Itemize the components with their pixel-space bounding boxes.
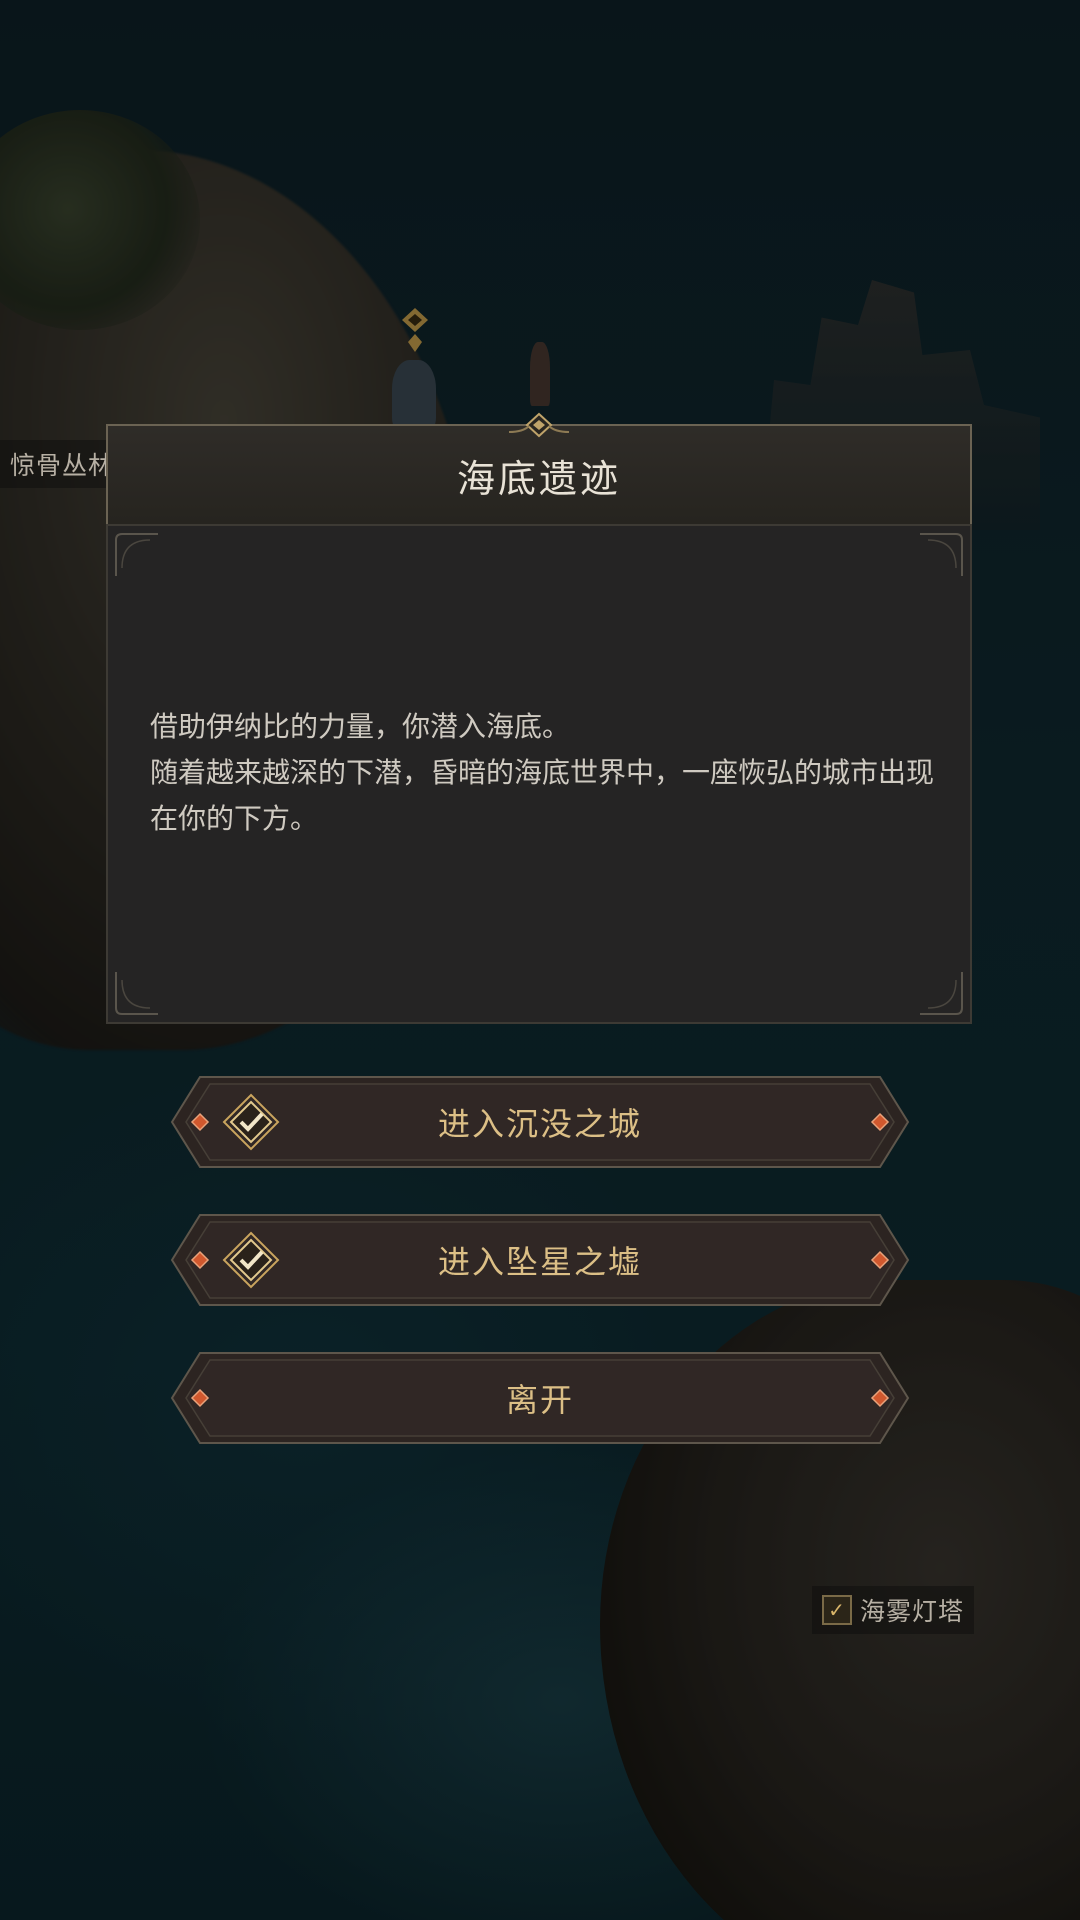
dialog-title: 海底遗迹 bbox=[456, 456, 621, 501]
diamond-ornament-icon bbox=[509, 412, 569, 438]
corner-ornament-icon bbox=[115, 533, 158, 576]
event-dialog: 海底遗迹 借助伊纳比的力量，你潜入海底。 随着越来越深的下潜，昏暗的海底世界中，… bbox=[106, 412, 972, 1024]
dialog-body: 借助伊纳比的力量，你潜入海底。 随着越来越深的下潜，昏暗的海底世界中，一座恢弘的… bbox=[106, 524, 972, 1024]
option-enter-sunken-city-button[interactable]: 进入沉没之城 bbox=[170, 1075, 910, 1169]
dialog-title-bar: 海底遗迹 bbox=[106, 412, 972, 526]
option-label: 离开 bbox=[505, 1381, 574, 1419]
corner-ornament-icon bbox=[920, 533, 963, 576]
map-label-text: 海雾灯塔 bbox=[860, 1597, 965, 1626]
option-label: 进入坠星之墟 bbox=[437, 1243, 642, 1281]
story-paragraph: 随着越来越深的下潜，昏暗的海底世界中，一座恢弘的城市出现在你的下方。 bbox=[150, 756, 935, 835]
map-label-text: 惊骨丛林 bbox=[10, 451, 115, 480]
corner-ornament-icon bbox=[920, 972, 963, 1015]
story-text: 借助伊纳比的力量，你潜入海底。 随着越来越深的下潜，昏暗的海底世界中，一座恢弘的… bbox=[150, 704, 940, 842]
story-paragraph: 借助伊纳比的力量，你潜入海底。 bbox=[150, 710, 571, 743]
corner-ornament-icon bbox=[115, 972, 158, 1015]
map-label-lighthouse[interactable]: ✓ 海雾灯塔 bbox=[812, 1586, 975, 1634]
option-enter-fallen-star-ruins-button[interactable]: 进入坠星之墟 bbox=[170, 1213, 910, 1307]
option-leave-button[interactable]: 离开 bbox=[170, 1351, 910, 1445]
option-label: 进入沉没之城 bbox=[437, 1105, 642, 1143]
check-icon: ✓ bbox=[822, 1595, 852, 1625]
